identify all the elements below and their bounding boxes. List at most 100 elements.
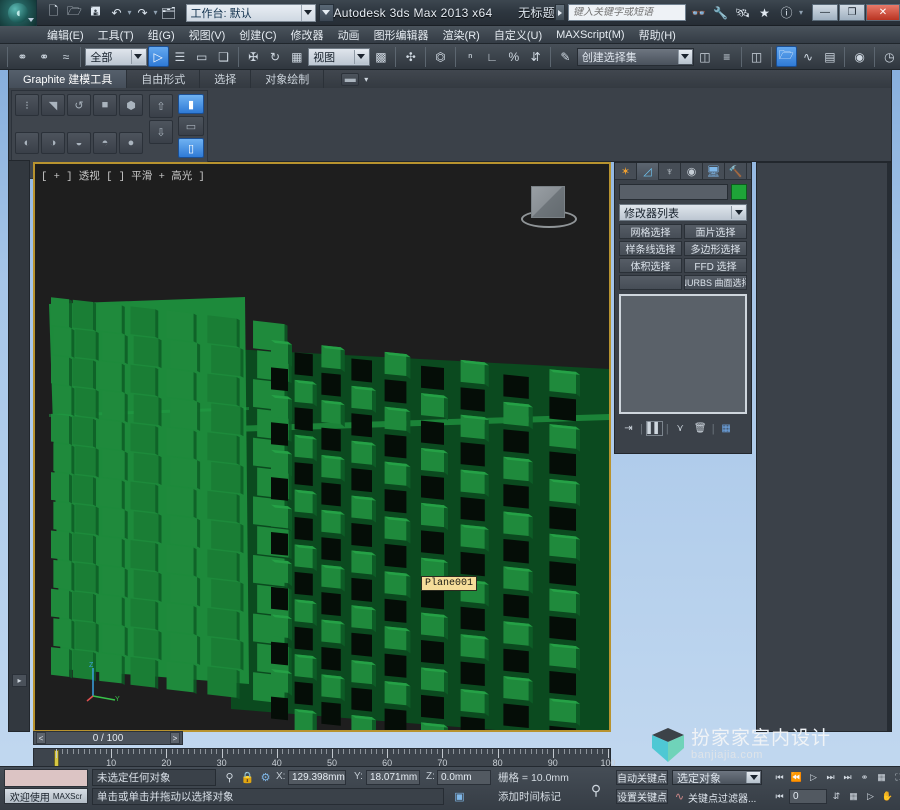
remove-modifier-icon[interactable]: 🗑 [692,421,709,436]
ribbon-minimize-icon[interactable]: ▬ [341,72,360,86]
chevron-down-icon[interactable] [130,49,145,64]
search-input[interactable] [572,7,685,18]
spinner-icon[interactable]: ⇵ [829,790,844,804]
unlink-selection-icon[interactable]: ⚭ [34,46,55,67]
go-to-start-icon[interactable]: ⏮ [772,770,787,784]
perspective-viewport[interactable]: [ + ] 透视 [ ] 平滑 + 高光 ] Plane001 Z Y [33,162,611,732]
search-expand-icon[interactable] [554,4,565,21]
menu-create[interactable]: 创建(C) [232,26,283,44]
help-question-icon[interactable]: ⓘ [777,3,796,22]
help-dropdown-icon[interactable]: ▾ [799,8,803,17]
schematic-view-icon[interactable]: ▤ [819,46,840,67]
named-selection-set-combo[interactable]: 创建选择集 [576,47,694,66]
view-cube[interactable] [519,184,579,236]
tab-object-paint[interactable]: 对象绘制 [251,70,325,88]
reference-coordinate-combo[interactable]: 视图 [308,47,370,66]
menu-graph-editors[interactable]: 图形编辑器 [367,26,436,44]
generate-topology-icon[interactable]: ◐ [15,132,39,154]
undo-icon[interactable]: ↶ [106,3,126,23]
chevron-down-icon[interactable]: ▾ [364,75,368,84]
display-tab-icon[interactable]: 🖥 [703,163,725,180]
z-coordinate-field[interactable]: 0.0mm [437,770,491,785]
undo-dropdown-icon[interactable]: ▾ [127,8,131,17]
redo-icon[interactable]: ↷ [132,3,152,23]
percent-snap-toggle-icon[interactable]: % [503,46,524,67]
utilities-tab-icon[interactable]: 🔨 [725,163,747,180]
open-file-icon[interactable]: 🗁 [64,3,84,23]
maxscript-mini-listener[interactable] [4,769,88,787]
pan-view-icon[interactable]: ✋ [880,790,895,804]
previous-frame-arrow[interactable]: < [36,732,46,744]
menu-edit[interactable]: 编辑(E) [40,26,91,44]
border-subobject-icon[interactable]: ↺ [67,94,91,116]
maximize-button[interactable]: ❐ [839,4,865,21]
minimize-button[interactable]: — [812,4,838,21]
play-animation-icon[interactable]: ▷ [806,770,821,784]
auto-key-button[interactable]: 自动关键点 [616,770,668,785]
select-and-rotate-icon[interactable]: ↻ [265,46,286,67]
snaps-toggle-icon[interactable]: ⏣ [430,46,451,67]
select-by-name-icon[interactable]: ☰ [170,46,191,67]
show-end-result-icon[interactable]: ▌▌ [645,421,663,436]
collapse-stack-icon[interactable]: ⇧ [149,94,173,118]
preserve-uvs-icon[interactable]: ◓ [93,132,117,154]
object-name-input[interactable] [619,184,728,200]
tab-freeform[interactable]: 自由形式 [127,70,201,88]
current-frame-field[interactable]: 0 [789,789,827,804]
angle-snap-toggle-icon[interactable]: ∟ [482,46,503,67]
vertical-scrollbar[interactable] [887,163,891,731]
use-nurms-icon[interactable]: ▯ [178,138,204,158]
set-project-folder-icon[interactable]: 🗂 [159,3,179,23]
key-mode-combo[interactable]: 选定对象 [672,770,762,785]
arc-rotate-icon[interactable]: ▷ [863,790,878,804]
right-rollout-panel[interactable] [756,162,892,732]
next-frame-icon[interactable]: ⏭ [823,770,838,784]
application-menu-button[interactable]: ◖ [0,0,38,26]
selection-filter-combo[interactable]: 全部 [85,47,147,66]
layer-manager-icon[interactable]: ◫ [746,46,767,67]
menu-animation[interactable]: 动画 [331,26,367,44]
tab-graphite-modeling-tools[interactable]: Graphite 建模工具 [9,70,128,88]
lock-selection-icon[interactable]: 🔒 [240,770,255,785]
poly-select-button[interactable]: 多边形选择 [684,241,747,256]
ffd-select-button[interactable]: FFD 选择 [684,258,747,273]
pin-stack-icon[interactable]: ⇥ [620,421,637,436]
wrench-icon[interactable]: 🔧 [711,3,730,22]
spinner-snap-toggle-icon[interactable]: ⇵ [525,46,546,67]
tab-selection[interactable]: 选择 [200,70,252,88]
vertex-subobject-icon[interactable]: ⁝ [15,94,39,116]
polygon-subobject-icon[interactable]: ■ [93,94,117,116]
key-filters-curve-icon[interactable]: ∿ [672,789,687,804]
use-pivot-point-center-icon[interactable]: ▩ [371,46,392,67]
x-coordinate-field[interactable]: 129.398mm [288,770,346,785]
menu-maxscript[interactable]: MAXScript(M) [549,28,631,42]
time-configuration-icon[interactable]: ▦ [874,770,889,784]
close-button[interactable]: ✕ [866,4,900,21]
preview-off-icon[interactable]: ▭ [178,116,204,136]
window-crossing-toggle-icon[interactable]: ❑ [213,46,234,67]
next-frame-arrow[interactable]: > [170,732,180,744]
modifier-list-combo[interactable]: 修改器列表 [619,204,747,221]
set-key-button[interactable]: 设置关键点 [616,789,668,804]
select-object-icon[interactable]: ▷ [147,46,169,67]
workspace-arrow-icon[interactable] [300,4,315,21]
show-cage-icon[interactable]: ▮ [178,94,204,114]
viewport-canvas[interactable]: [ + ] 透视 [ ] 平滑 + 高光 ] Plane001 Z Y [35,164,609,730]
key-toggle-icon[interactable]: ⚲ [578,779,614,801]
attach-icon[interactable]: ⇩ [149,120,173,144]
nurbs-surface-select-button[interactable]: NURBS 曲面选择 [684,275,747,290]
y-coordinate-field[interactable]: 18.071mm [366,770,420,785]
selection-lock-light-icon[interactable]: ⚲ [222,770,237,785]
curve-editor-icon[interactable]: ∿ [798,46,819,67]
menu-modifiers[interactable]: 修改器 [284,26,331,44]
select-link-icon[interactable]: ⚭ [12,46,33,67]
mesh-select-button[interactable]: 网格选择 [619,224,682,239]
spline-select-button[interactable]: 样条线选择 [619,241,682,256]
align-icon[interactable]: ≡ [716,46,737,67]
menu-rendering[interactable]: 渲染(R) [436,26,487,44]
scene-explorer-icon[interactable]: 🗁 [775,46,797,67]
volume-select-button[interactable]: 体积选择 [619,258,682,273]
rectangular-selection-region-icon[interactable]: ▭ [191,46,212,67]
edit-named-selection-sets-icon[interactable]: ✎ [555,46,576,67]
favorites-star-icon[interactable]: ★ [755,3,774,22]
